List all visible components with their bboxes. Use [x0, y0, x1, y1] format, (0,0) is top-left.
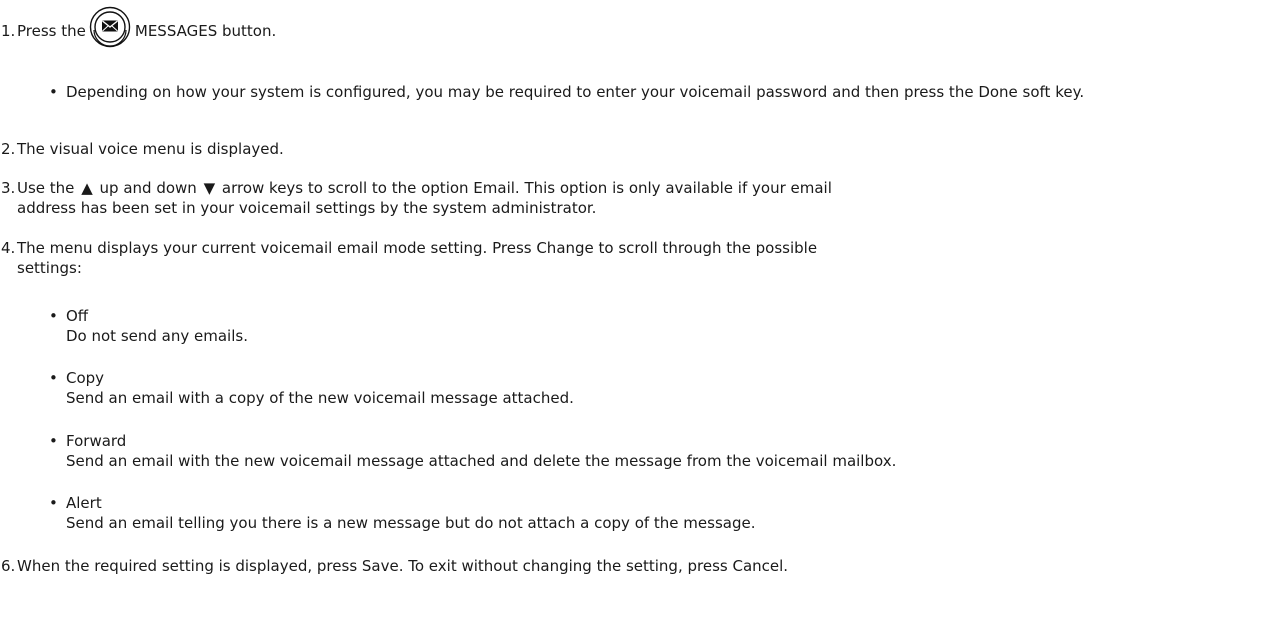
option-description: Do not send any emails.	[66, 327, 248, 345]
bullet: •	[49, 494, 58, 512]
option-alert: • Alert Send an email telling you there …	[49, 493, 1266, 533]
step-4-line2: settings:	[17, 259, 82, 277]
down-arrow-icon: ▼	[203, 179, 216, 197]
step-3-part2: up and down	[99, 179, 197, 197]
option-name: Forward	[66, 432, 127, 450]
messages-envelope-icon	[89, 6, 131, 48]
step-1-text-before: Press the	[17, 22, 86, 40]
step-6-text: When the required setting is displayed, …	[17, 557, 789, 575]
bullet: •	[49, 369, 58, 387]
step-2: 2. The visual voice menu is displayed.	[0, 139, 1270, 159]
bullet: •	[49, 83, 58, 101]
step-1-text-after: MESSAGES button.	[134, 22, 277, 40]
step-6: 6. When the required setting is displayed…	[0, 556, 1270, 576]
bullet: •	[49, 432, 58, 450]
bullet: •	[49, 307, 58, 325]
step-4-line1: The menu displays your current voicemail…	[17, 239, 818, 257]
step-number: 3.	[1, 179, 16, 197]
step-number: 6.	[1, 557, 16, 575]
option-description: Send an email with the new voicemail mes…	[66, 452, 897, 470]
step-number: 4.	[1, 239, 16, 257]
step-number: 1.	[1, 22, 16, 40]
step-number: 2.	[1, 140, 16, 158]
option-copy: • Copy Send an email with a copy of the …	[49, 368, 1266, 408]
step-3-continuation: address has been set in your voicemail s…	[17, 199, 597, 217]
step-1: 1. Press the MESSAGES button.	[0, 6, 1270, 48]
step-1-note: • Depending on how your system is config…	[49, 82, 1266, 102]
up-arrow-icon: ▲	[81, 179, 93, 197]
step-3: 3. Use the ▲ up and down ▼ arrow keys to …	[0, 178, 1270, 218]
option-description: Send an email with a copy of the new voi…	[66, 389, 574, 407]
step-1-note-text: Depending on how your system is configur…	[66, 83, 1085, 101]
option-off: • Off Do not send any emails.	[49, 306, 1266, 346]
option-description: Send an email telling you there is a new…	[66, 514, 756, 532]
step-3-part1: Use the	[17, 179, 75, 197]
step-3-part3: arrow keys to scroll to the option Email…	[221, 179, 832, 197]
option-name: Alert	[66, 494, 102, 512]
step-2-text: The visual voice menu is displayed.	[17, 140, 284, 158]
step-4: 4. The menu displays your current voicema…	[0, 238, 1270, 278]
option-name: Off	[66, 307, 89, 325]
option-name: Copy	[66, 369, 105, 387]
option-forward: • Forward Send an email with the new voi…	[49, 431, 1266, 471]
